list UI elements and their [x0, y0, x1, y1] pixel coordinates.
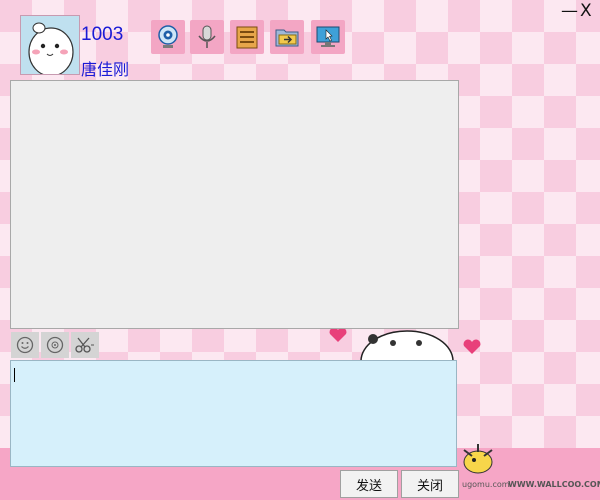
- folder-transfer-icon: [275, 29, 299, 47]
- webcam-icon: [158, 25, 178, 48]
- webcam-button[interactable]: [151, 20, 185, 54]
- notebook-button[interactable]: [230, 20, 264, 54]
- chat-history-area[interactable]: [10, 80, 459, 329]
- watermark-right: WWW.WALLCOO.COM: [508, 480, 600, 489]
- close-window-button[interactable]: X: [580, 2, 592, 20]
- emoticon-button[interactable]: [11, 332, 39, 358]
- screenshot-button[interactable]: [71, 332, 99, 358]
- minimize-button[interactable]: —: [561, 2, 578, 20]
- avatar[interactable]: [20, 15, 80, 75]
- user-name-label: 唐佳刚: [81, 60, 130, 79]
- heart-decoration-2: [463, 339, 481, 354]
- bird-decoration: [463, 444, 493, 474]
- send-button[interactable]: 发送: [340, 470, 398, 498]
- scissors-icon: [75, 337, 94, 353]
- emoticon-alt-icon: [46, 336, 64, 354]
- text-caret: [14, 368, 15, 382]
- remote-desktop-button[interactable]: [311, 20, 345, 54]
- user-id-label: 1003: [81, 24, 124, 45]
- microphone-button[interactable]: [190, 20, 224, 54]
- message-input[interactable]: [10, 360, 457, 467]
- microphone-icon: [198, 25, 216, 48]
- file-transfer-button[interactable]: [270, 20, 304, 54]
- emoticon-alt-button[interactable]: [41, 332, 69, 358]
- watermark-left: ugomu.com: [462, 480, 510, 489]
- close-chat-button[interactable]: 关闭: [401, 470, 459, 498]
- notebook-icon: [236, 26, 258, 49]
- emoticon-icon: [16, 336, 34, 354]
- bear-mascot-decoration: [360, 330, 454, 361]
- remote-desktop-icon: [316, 26, 340, 47]
